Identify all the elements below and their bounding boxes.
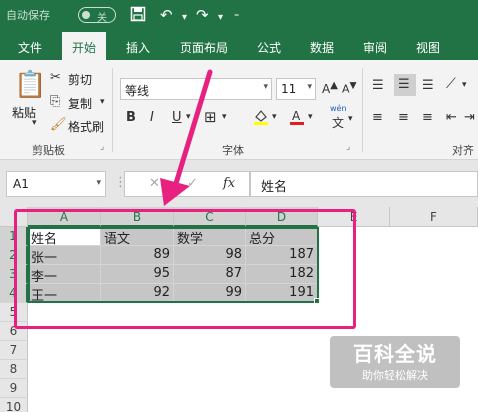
tab-review[interactable]: 审阅 [363, 39, 387, 56]
underline-button[interactable]: U [172, 110, 182, 125]
copy-button[interactable]: 复制 [68, 95, 92, 112]
row-header-8[interactable]: 8 [0, 360, 28, 379]
font-group-label: 字体 [222, 144, 244, 157]
italic-button[interactable]: I [150, 110, 154, 125]
align-middle-icon[interactable]: ☰ [394, 74, 416, 96]
autosave-toggle[interactable]: 关 [78, 7, 116, 24]
fill-color-icon[interactable] [252, 108, 270, 130]
borders-dropdown-icon[interactable]: ▾ [222, 112, 227, 122]
borders-icon[interactable]: ⊞ [204, 108, 217, 126]
font-name-value: 等线 [125, 84, 150, 98]
orientation-icon[interactable]: ⟋ [446, 76, 456, 92]
chevron-down-icon: ▾ [263, 82, 268, 92]
annotation-highlight-box [14, 209, 356, 329]
orientation-dropdown-icon[interactable]: ▾ [462, 80, 467, 90]
format-painter-icon[interactable]: 🖌 [50, 117, 67, 132]
cut-button[interactable]: 剪切 [68, 71, 92, 88]
font-color-icon[interactable]: A [288, 108, 306, 130]
paste-dropdown-icon[interactable]: ▾ [32, 118, 37, 128]
formula-input[interactable]: 姓名 [250, 171, 478, 197]
tab-file[interactable]: 文件 [18, 39, 42, 56]
formula-buttons: ✕ ✓ fx [124, 171, 250, 197]
undo-icon[interactable]: ↶ [160, 6, 173, 24]
decrease-indent-icon[interactable]: ⇤ [446, 110, 457, 125]
autosave-label: 自动保存 [6, 9, 50, 22]
row-header-10[interactable]: 10 [0, 398, 28, 412]
align-right-icon[interactable]: ≡ [422, 110, 433, 125]
align-top-icon[interactable]: ☰ [372, 78, 384, 93]
phonetic-wen-label: wén [330, 104, 347, 113]
insert-function-icon[interactable]: fx [223, 176, 235, 191]
formula-bar: A1 ▾ ⋮ ✕ ✓ fx 姓名 [0, 161, 478, 207]
bold-button[interactable]: B [126, 110, 136, 125]
tab-page-layout[interactable]: 页面布局 [180, 39, 228, 56]
column-header-f[interactable]: F [390, 207, 478, 227]
chevron-down-icon: ▾ [307, 82, 312, 92]
formula-content: 姓名 [261, 180, 288, 195]
clipboard-group-label: 剪贴板 [32, 144, 65, 157]
font-name-select[interactable]: 等线 ▾ [120, 78, 272, 100]
watermark-subtitle: 助你轻松解决 [362, 369, 428, 382]
font-size-value: 11 [281, 82, 297, 96]
tab-insert[interactable]: 插入 [126, 39, 150, 56]
font-launcher-icon[interactable]: ⌟ [346, 142, 350, 152]
redo-icon[interactable]: ↷ [196, 6, 209, 24]
divider [112, 68, 113, 152]
confirm-icon[interactable]: ✓ [187, 176, 198, 191]
divider [362, 68, 363, 152]
watermark-title: 百科全说 [353, 342, 437, 366]
tab-data[interactable]: 数据 [310, 39, 334, 56]
toggle-knob [82, 11, 90, 19]
tab-view[interactable]: 视图 [416, 39, 440, 56]
format-painter-button[interactable]: 格式刷 [68, 118, 104, 135]
font-size-select[interactable]: 11 ▾ [276, 78, 316, 100]
fill-color-dropdown-icon[interactable]: ▾ [272, 112, 277, 122]
cut-icon[interactable]: ✂ [50, 70, 61, 85]
underline-dropdown-icon[interactable]: ▾ [186, 112, 191, 122]
undo-dropdown-icon[interactable]: ▾ [182, 9, 187, 27]
copy-dropdown-icon[interactable]: ▾ [100, 97, 105, 107]
font-color-dropdown-icon[interactable]: ▾ [308, 112, 313, 122]
align-center-icon[interactable]: ≡ [398, 110, 409, 125]
tab-formulas[interactable]: 公式 [257, 39, 281, 56]
decrease-font-icon[interactable]: A▼ [342, 80, 357, 96]
align-left-icon[interactable]: ≡ [372, 110, 383, 125]
watermark: 百科全说 助你轻松解决 [334, 338, 456, 386]
increase-indent-icon[interactable]: ⇥ [464, 110, 475, 125]
paste-icon[interactable]: 📋 [14, 70, 46, 100]
copy-icon[interactable]: ⎘ [50, 94, 60, 109]
row-header-7[interactable]: 7 [0, 341, 28, 360]
name-box[interactable]: A1 ▾ [6, 171, 106, 197]
title-bar: 自动保存 关 ↶ ▾ ↷ ▾ ⁼ [0, 0, 478, 32]
increase-font-icon[interactable]: A▲ [322, 80, 338, 96]
customize-toolbar-icon[interactable]: ⁼ [234, 9, 239, 27]
phonetic-guide-button[interactable]: 文 [332, 114, 344, 131]
save-icon[interactable] [130, 6, 146, 26]
ribbon-tabs: 文件 开始 插入 页面布局 公式 数据 审阅 视图 [0, 32, 478, 60]
svg-text:A: A [292, 109, 301, 123]
chevron-down-icon: ▾ [96, 178, 101, 188]
redo-dropdown-icon[interactable]: ▾ [218, 9, 223, 27]
row-header-9[interactable]: 9 [0, 379, 28, 398]
name-box-value: A1 [13, 177, 29, 191]
phonetic-dropdown-icon[interactable]: ▾ [348, 114, 353, 124]
alignment-group-label: 对齐 [452, 144, 474, 157]
tab-home[interactable]: 开始 [62, 32, 107, 60]
ribbon: 📋 粘贴 ▾ ✂ 剪切 ⎘ 复制 ▾ 🖌 格式刷 剪贴板 ⌟ 等线 ▾ 11 ▾… [0, 60, 478, 160]
autosave-state: 关 [97, 13, 107, 24]
cancel-icon[interactable]: ✕ [149, 176, 160, 191]
align-bottom-icon[interactable]: ☰ [422, 78, 434, 93]
clipboard-launcher-icon[interactable]: ⌟ [100, 142, 104, 152]
